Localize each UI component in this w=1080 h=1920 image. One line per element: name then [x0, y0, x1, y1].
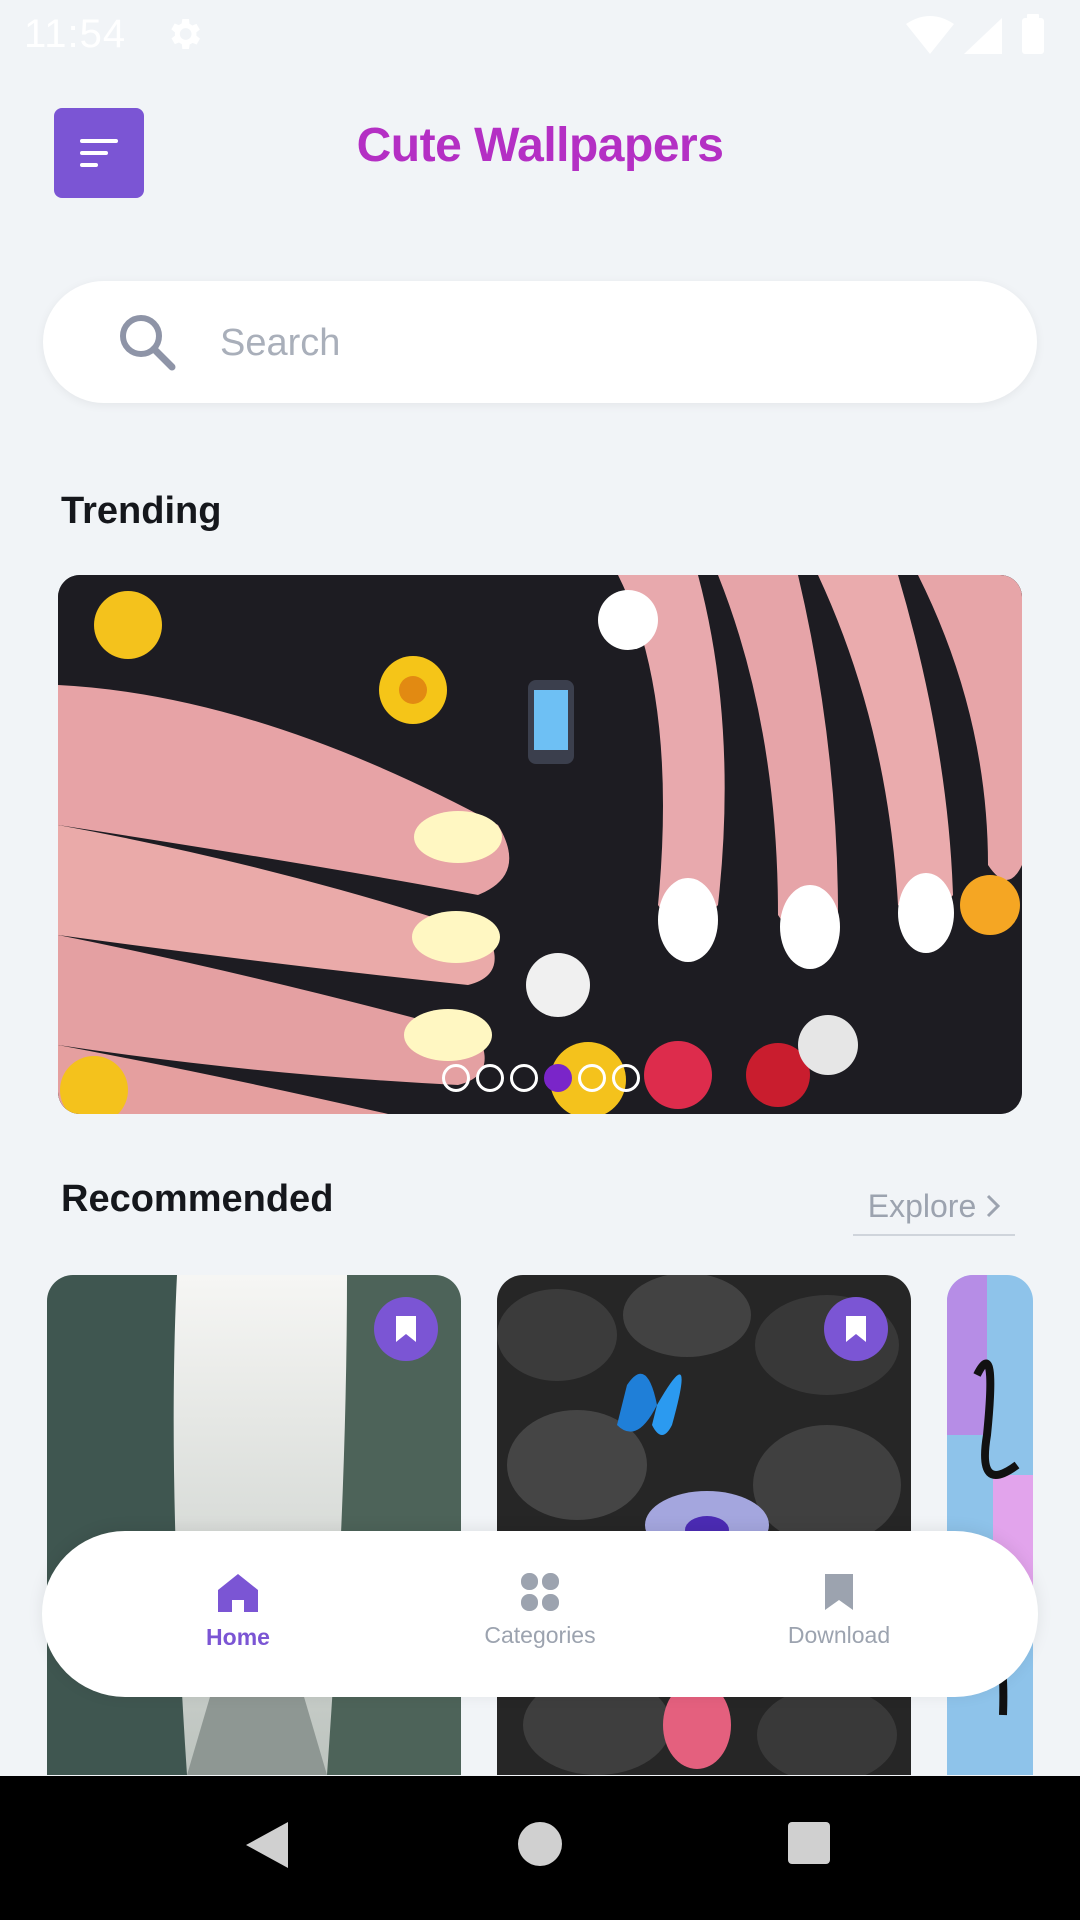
status-time: 11:54 [24, 12, 127, 56]
nav-item-categories[interactable]: Categories [450, 1572, 630, 1672]
bookmark-button[interactable] [824, 1297, 888, 1361]
nav-label-categories: Categories [484, 1622, 596, 1648]
carousel-dot[interactable] [476, 1064, 504, 1092]
carousel-dot[interactable] [612, 1064, 640, 1092]
status-icons [906, 14, 1044, 54]
nav-label-download: Download [787, 1622, 891, 1648]
system-navigation-bar [0, 1776, 1080, 1920]
wifi-icon [906, 16, 954, 54]
carousel-dot[interactable] [578, 1064, 606, 1092]
explore-link[interactable]: Explore [853, 1178, 1015, 1236]
categories-icon [521, 1573, 559, 1611]
bookmark-icon [846, 1316, 866, 1342]
nav-item-download[interactable]: Download [749, 1572, 929, 1672]
home-icon [218, 1574, 258, 1612]
carousel-indicator [442, 1064, 640, 1092]
carousel-dot[interactable] [442, 1064, 470, 1092]
status-bar: 11:54 [0, 0, 1080, 72]
settings-gear-icon [171, 19, 200, 49]
recents-icon[interactable] [786, 1820, 832, 1866]
trending-title: Trending [61, 490, 222, 532]
wallpaper-card[interactable] [497, 1275, 911, 1775]
wallpaper-image [947, 1275, 1033, 1775]
banner-illustration [58, 575, 1022, 1114]
carousel-dot-active[interactable] [544, 1064, 572, 1092]
search-input[interactable] [218, 312, 982, 374]
bookmark-icon [396, 1316, 416, 1342]
chevron-right-icon [987, 1194, 1001, 1218]
home-circle-icon[interactable] [516, 1820, 564, 1868]
app-title: Cute Wallpapers [356, 119, 724, 172]
nav-item-home[interactable]: Home [148, 1572, 328, 1672]
search-icon [120, 315, 176, 371]
trending-banner-image[interactable] [58, 575, 1022, 1114]
explore-label: Explore [867, 1187, 977, 1224]
recommended-title: Recommended [61, 1178, 334, 1220]
signal-icon [964, 18, 1002, 54]
wallpaper-card[interactable] [47, 1275, 461, 1775]
nav-label-home: Home [206, 1624, 270, 1650]
back-icon[interactable] [244, 1820, 290, 1870]
carousel-dot[interactable] [510, 1064, 538, 1092]
bookmark-button[interactable] [374, 1297, 438, 1361]
wallpaper-card[interactable] [947, 1275, 1033, 1775]
battery-icon [1022, 18, 1044, 54]
bookmark-icon [825, 1574, 853, 1610]
